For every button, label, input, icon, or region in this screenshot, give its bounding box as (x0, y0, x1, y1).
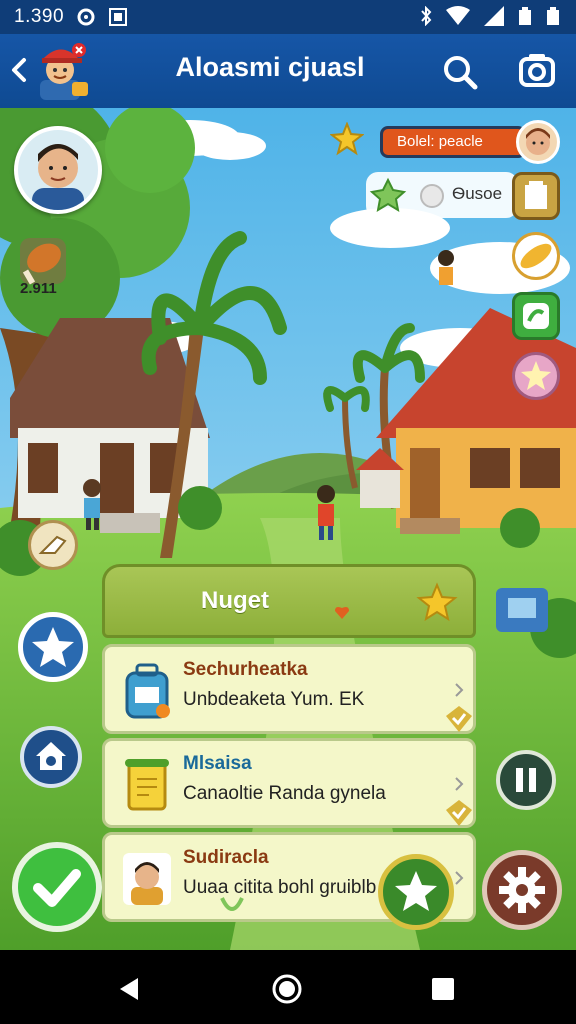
check-icon (33, 869, 81, 907)
rank-badge-label: Bolel: peacle (397, 133, 483, 150)
game-scene[interactable]: 2.911 Bolel: peacle Ѳusoe Nuget Sechurhe… (0, 108, 576, 950)
status-time: 1.390 (14, 6, 65, 27)
player-avatar[interactable] (32, 40, 90, 102)
star-icon (395, 871, 437, 911)
nav-back-icon[interactable] (114, 972, 148, 1006)
rank-badge[interactable]: Bolel: peacle (380, 126, 526, 158)
star-icon (32, 627, 74, 667)
home-button[interactable] (20, 726, 82, 788)
quest-item-name: Mlsaisa (183, 753, 252, 774)
corn-button[interactable] (512, 232, 560, 280)
gear-icon (499, 867, 545, 913)
resource-icons (369, 177, 444, 212)
settings-button[interactable] (482, 850, 562, 930)
quest-title: Nuget (201, 587, 269, 614)
check-badge-icon (446, 800, 472, 826)
battery-icon (547, 7, 559, 25)
quest-item-name: Sudiracla (183, 847, 269, 868)
map-button[interactable] (512, 292, 560, 340)
status-bar: 1.390 (0, 0, 576, 34)
hammer-icon (38, 535, 67, 554)
build-button[interactable] (28, 520, 78, 570)
chevron-right-icon (455, 871, 464, 885)
resource-label: Ѳusoe (452, 184, 503, 203)
shop-icon (525, 181, 547, 209)
backpack-icon (125, 663, 170, 719)
back-icon[interactable] (6, 50, 32, 90)
sim-icon (519, 7, 531, 25)
star-icon (521, 361, 551, 390)
bluetooth-icon (421, 6, 432, 26)
map-icon (523, 303, 549, 329)
person-icon (123, 853, 171, 905)
quest-item-2[interactable]: Mlsaisa Canaoltie Randa gynela (102, 738, 476, 828)
profile-avatar[interactable] (14, 126, 102, 214)
profile-face-icon (32, 144, 84, 210)
camera-icon[interactable] (516, 50, 558, 92)
food-count: 2.911 (20, 280, 57, 297)
villager-far (438, 250, 454, 285)
wifi-icon (446, 6, 470, 25)
navigation-bar (0, 950, 576, 1024)
quest-item-desc: Canaoltie Randa gynela (183, 783, 386, 804)
quest-item-desc: Uuaa citita bohl gruiblb (183, 877, 377, 898)
sync-icon (77, 8, 95, 26)
star-icon[interactable] (415, 581, 459, 625)
friend-face-icon (526, 128, 550, 155)
leaf-icon (220, 897, 244, 911)
scroll-icon (125, 759, 169, 811)
gallery-icon (109, 8, 127, 26)
favorite-button[interactable] (512, 352, 560, 400)
quest-header: Nuget (102, 564, 476, 638)
search-icon[interactable] (440, 52, 480, 92)
resource-pill[interactable]: Ѳusoe (366, 172, 518, 218)
confirm-button[interactable] (12, 842, 102, 932)
nav-recents-icon[interactable] (426, 972, 460, 1006)
nav-home-icon[interactable] (270, 972, 304, 1006)
star-icon[interactable] (330, 122, 364, 156)
heart-icon (335, 607, 349, 619)
favorites-button[interactable] (18, 612, 88, 682)
app-bar: Alоasmi cjuasl (0, 34, 576, 108)
quest-item-1[interactable]: Sechurheatka Unbdeaketa Yum. EK (102, 644, 476, 734)
chevron-right-icon (455, 777, 464, 791)
pause-button[interactable] (496, 750, 556, 810)
corn-icon (520, 243, 552, 269)
chevron-right-icon (455, 683, 464, 697)
favorite-fab[interactable] (378, 854, 454, 930)
check-badge-icon (446, 706, 472, 732)
quest-item-name: Sechurheatka (183, 659, 308, 680)
quest-item-desc: Unbdeaketa Yum. EK (183, 689, 365, 710)
signal-icon (484, 6, 504, 26)
app-title: Alоasmi cjuasl (175, 52, 365, 82)
pause-icon (516, 768, 536, 792)
home-icon (36, 742, 66, 770)
friend-avatar[interactable] (516, 120, 560, 164)
shop-button[interactable] (512, 172, 560, 220)
